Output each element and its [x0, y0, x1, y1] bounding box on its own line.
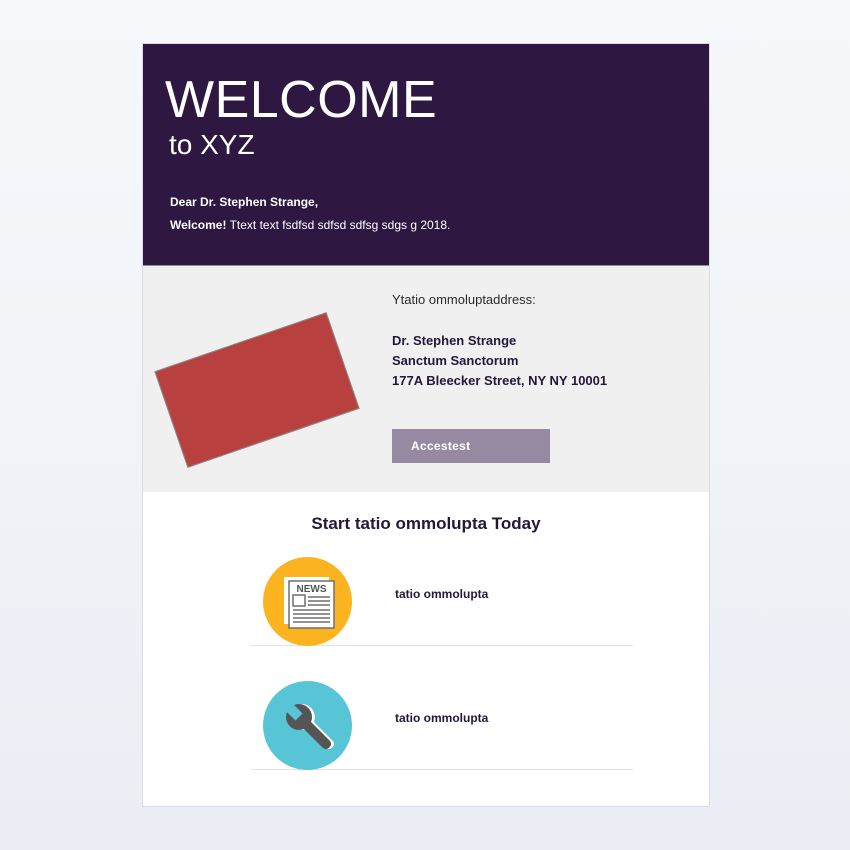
intro-bold: Welcome! [170, 218, 227, 232]
address-line-place: Sanctum Sanctorum [392, 353, 519, 368]
address-section: Ytatio ommoluptaddress: Dr. Stephen Stra… [143, 266, 709, 492]
access-button[interactable]: Accestest [392, 429, 550, 463]
feature-label: tatio ommolupta [395, 711, 489, 725]
greeting-text: Dear Dr. Stephen Strange, [170, 195, 319, 209]
card-image [154, 312, 360, 468]
address-line-name: Dr. Stephen Strange [392, 333, 517, 348]
hero-banner: WELCOME to XYZ Dear Dr. Stephen Strange,… [143, 44, 709, 266]
address-block: Dr. Stephen Strange Sanctum Sanctorum 17… [392, 331, 607, 391]
feature-item[interactable]: NEWS tatio ommolupta [251, 541, 633, 646]
newspaper-icon-text: NEWS [297, 584, 327, 595]
hero-subtitle: to XYZ [169, 129, 255, 160]
address-label: Ytatio ommoluptaddress: [392, 292, 536, 307]
hero-title: WELCOME [165, 71, 438, 129]
intro-body: Ttext text fsdfsd sdfsd sdfsg sdgs g 201… [226, 218, 451, 232]
address-line-street: 177A Bleecker Street, NY NY 10001 [392, 373, 608, 388]
email-container: WELCOME to XYZ Dear Dr. Stephen Strange,… [143, 44, 709, 806]
start-title: Start tatio ommolupta Today [311, 514, 541, 533]
wrench-icon [263, 681, 352, 770]
intro-text: Welcome! Ttext text fsdfsd sdfsd sdfsg s… [170, 218, 450, 232]
feature-label: tatio ommolupta [395, 587, 489, 601]
feature-item[interactable]: tatio ommolupta [251, 665, 633, 770]
start-section: Start tatio ommolupta Today NEWS tatio o… [143, 493, 709, 806]
newspaper-icon: NEWS [263, 557, 352, 646]
